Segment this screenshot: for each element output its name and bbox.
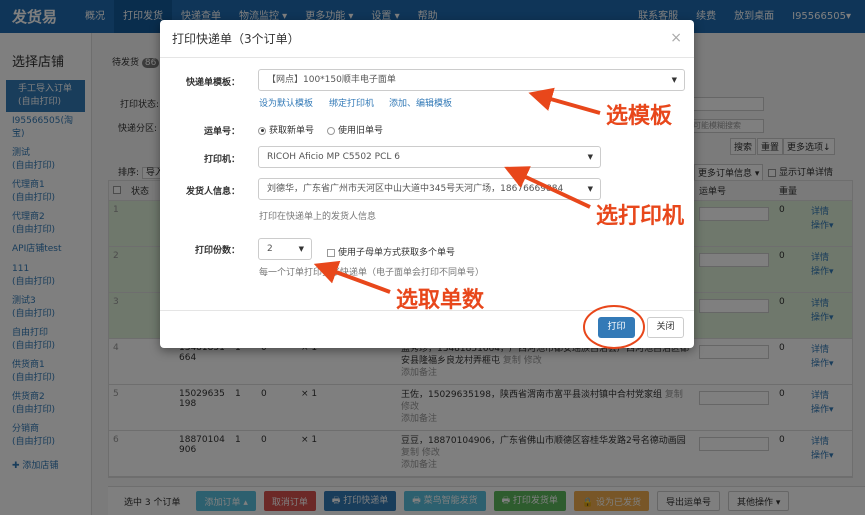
arrow-to-copies [313, 260, 391, 294]
annotation-layer [313, 87, 645, 349]
annotation-choose-template: 选模板 [606, 104, 673, 129]
arrow-to-printer [504, 166, 591, 209]
arrow-to-template [528, 87, 601, 115]
annotation-choose-copies: 选取单数 [396, 288, 485, 313]
print-button-highlight [583, 305, 645, 349]
annotation-choose-printer: 选打印机 [596, 204, 685, 229]
